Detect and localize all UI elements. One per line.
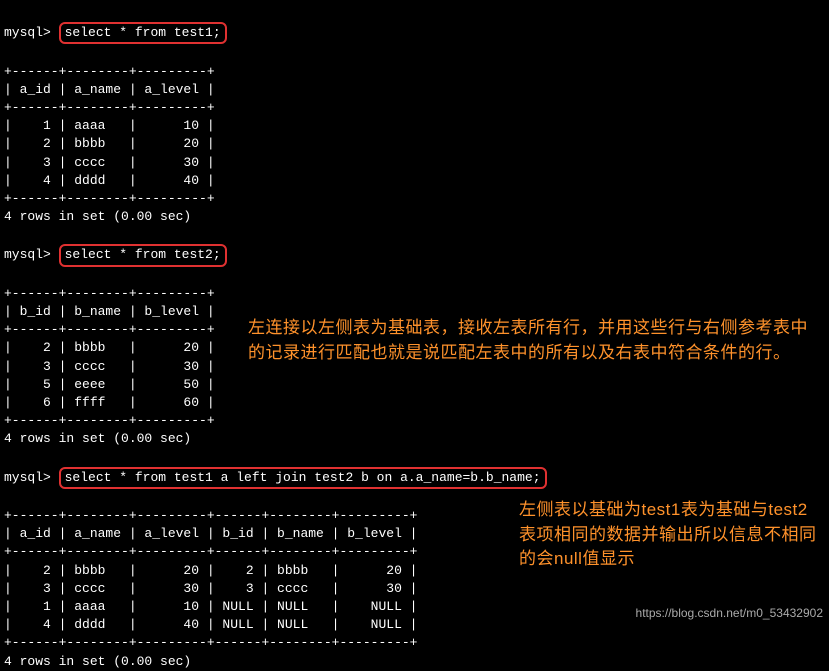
table-row: | 2 | bbbb | 20 | [4,136,215,151]
mysql-prompt: mysql> [4,24,51,42]
table-row: | 6 | ffff | 60 | [4,395,215,410]
table1-sep-mid: +------+--------+---------+ [4,100,215,115]
query-line-3: mysql> select * from test1 a left join t… [4,467,825,489]
table-row: | 2 | bbbb | 20 | 2 | bbbb | 20 | [4,563,417,578]
table3-sep-bot: +------+--------+---------+------+------… [4,635,417,650]
query-2-highlight: select * from test2; [59,244,227,266]
table1-sep-top: +------+--------+---------+ [4,64,215,79]
table3-sep-mid: +------+--------+---------+------+------… [4,544,417,559]
table2-footer: 4 rows in set (0.00 sec) [4,431,191,446]
table-row: | 4 | dddd | 40 | [4,173,215,188]
table-row: | 4 | dddd | 40 | NULL | NULL | NULL | [4,617,417,632]
blank-line [4,227,12,242]
query-line-2: mysql> select * from test2; [4,244,825,266]
table1-sep-bot: +------+--------+---------+ [4,191,215,206]
query-1-text[interactable]: select * from test1; [65,25,221,40]
table-row: | 1 | aaaa | 10 | NULL | NULL | NULL | [4,599,417,614]
table3-header: | a_id | a_name | a_level | b_id | b_nam… [4,526,417,541]
table2-sep-top: +------+--------+---------+ [4,286,215,301]
mysql-prompt: mysql> [4,246,51,264]
watermark-text: https://blog.csdn.net/m0_53432902 [636,605,823,622]
table3-footer: 4 rows in set (0.00 sec) [4,654,191,669]
table2-sep-bot: +------+--------+---------+ [4,413,215,428]
annotation-left-join-explain: 左连接以左侧表为基础表，接收左表所有行，并用这些行与右侧参考表中的记录进行匹配也… [248,316,818,365]
table-row: | 2 | bbbb | 20 | [4,340,215,355]
table3-sep-top: +------+--------+---------+------+------… [4,508,417,523]
query-line-1: mysql> select * from test1; [4,22,825,44]
table-row: | 3 | cccc | 30 | [4,155,215,170]
blank-line [4,450,12,465]
table1-footer: 4 rows in set (0.00 sec) [4,209,191,224]
mysql-prompt: mysql> [4,469,51,487]
table-row: | 1 | aaaa | 10 | [4,118,215,133]
table2-header: | b_id | b_name | b_level | [4,304,215,319]
table-row: | 5 | eeee | 50 | [4,377,215,392]
query-3-text[interactable]: select * from test1 a left join test2 b … [65,470,541,485]
table2-sep-mid: +------+--------+---------+ [4,322,215,337]
table1-header: | a_id | a_name | a_level | [4,82,215,97]
query-2-text[interactable]: select * from test2; [65,247,221,262]
query-1-highlight: select * from test1; [59,22,227,44]
query-3-highlight: select * from test1 a left join test2 b … [59,467,547,489]
table-row: | 3 | cccc | 30 | 3 | cccc | 30 | [4,581,417,596]
table-row: | 3 | cccc | 30 | [4,359,215,374]
annotation-result-explain: 左侧表以基础为test1表为基础与test2表项相同的数据并输出所以信息不相同的… [519,498,819,572]
